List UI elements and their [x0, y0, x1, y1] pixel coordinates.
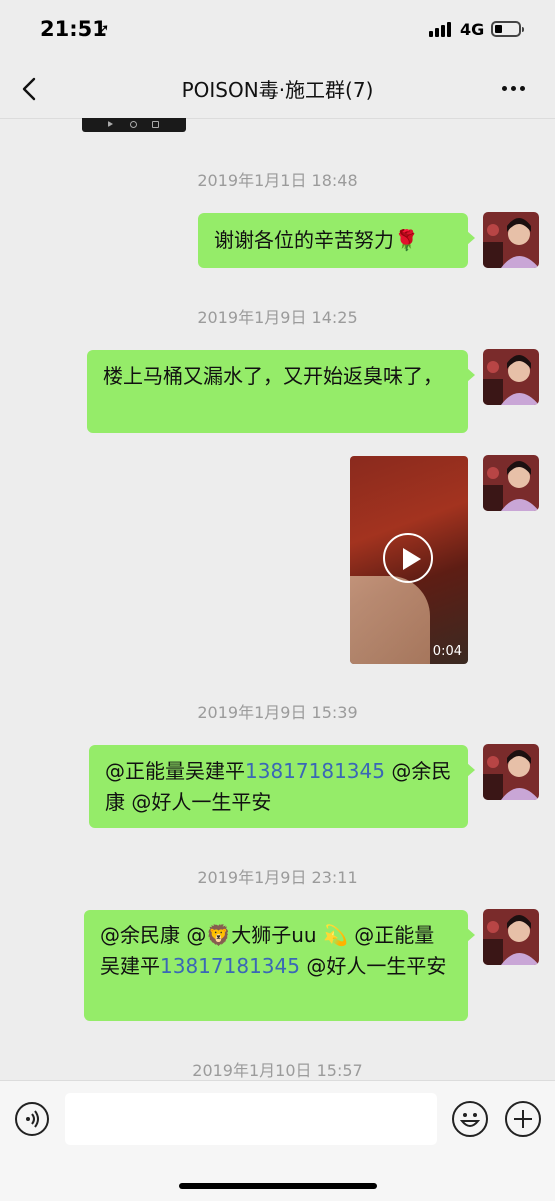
location-arrow-icon: ➚ [97, 20, 110, 38]
message-text: @正能量吴建平 [105, 759, 245, 783]
timestamp: 2019年1月9日 23:11 [197, 868, 358, 887]
timestamp: 2019年1月1日 18:48 [197, 171, 358, 190]
timestamp: 2019年1月9日 15:39 [197, 703, 358, 722]
avatar[interactable] [483, 744, 539, 800]
status-bar: 21:51 ➚ 4G [0, 0, 555, 60]
timestamp: 2019年1月9日 14:25 [197, 308, 358, 327]
timestamp: 2019年1月10日 15:57 [192, 1061, 363, 1080]
message-bubble[interactable]: @余民康 @🦁大狮子uu 💫 @正能量吴建平13817181345 @好人一生平… [84, 910, 475, 1021]
battery-icon [491, 21, 524, 37]
message-text: 谢谢各位的辛苦努力🌹 [214, 228, 419, 252]
message-text: @好人一生平安 [299, 954, 447, 978]
avatar[interactable] [483, 212, 539, 268]
signal-icon [429, 22, 451, 37]
message-bubble[interactable]: @正能量吴建平13817181345 @余民康 @好人一生平安 [89, 745, 475, 828]
home-indicator [179, 1183, 377, 1189]
avatar[interactable] [483, 349, 539, 405]
avatar[interactable] [483, 909, 539, 965]
video-frame [350, 576, 430, 664]
avatar[interactable] [483, 455, 539, 511]
chat-header: POISON毒·施工群(7) [0, 60, 555, 119]
phone-number-link[interactable]: 13817181345 [245, 759, 385, 783]
add-icon[interactable] [505, 1101, 541, 1137]
voice-icon[interactable] [15, 1102, 49, 1136]
play-icon[interactable] [383, 533, 433, 583]
message-bubble[interactable]: 谢谢各位的辛苦努力🌹 [198, 213, 475, 268]
phone-number-link[interactable]: 13817181345 [160, 954, 300, 978]
emoji-icon[interactable] [452, 1101, 488, 1137]
message-text: 楼上马桶又漏水了，又开始返臭味了， [103, 364, 443, 388]
previous-video-thumbnail[interactable] [82, 118, 186, 132]
message-input[interactable] [65, 1093, 437, 1145]
message-bubble[interactable]: 楼上马桶又漏水了，又开始返臭味了， [87, 350, 475, 433]
video-message[interactable]: 0:04 [350, 456, 468, 664]
more-icon[interactable] [502, 86, 525, 91]
network-type: 4G [460, 20, 485, 39]
video-duration: 0:04 [432, 644, 462, 659]
chat-title: POISON毒·施工群(7) [181, 78, 374, 102]
